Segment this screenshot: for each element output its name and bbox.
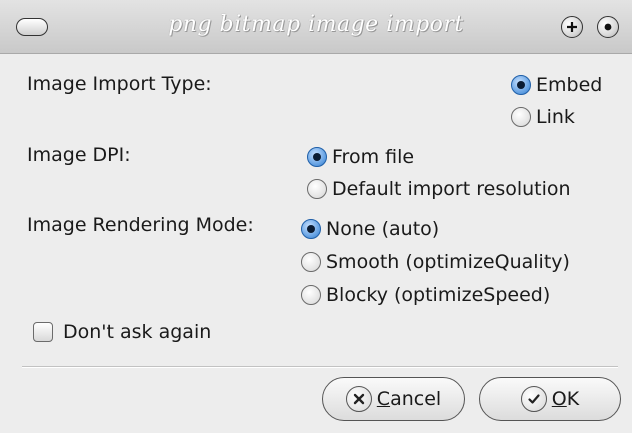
radio-unselected-icon: [511, 107, 531, 127]
maximize-icon[interactable]: [561, 16, 583, 38]
radio-selected-icon: [301, 219, 321, 239]
radio-render-smooth[interactable]: Smooth (optimizeQuality): [301, 251, 570, 273]
radio-unselected-icon: [301, 285, 321, 305]
ok-label: K: [566, 388, 580, 410]
radio-unselected-icon: [301, 252, 321, 272]
radio-link-label: Link: [536, 106, 575, 128]
radio-dpi-from-file[interactable]: From file: [307, 146, 414, 168]
radio-embed-label: Embed: [536, 74, 603, 96]
separator: [22, 366, 618, 368]
radio-render-none[interactable]: None (auto): [301, 218, 439, 240]
radio-render-smooth-label: Smooth (optimizeQuality): [326, 251, 570, 273]
radio-embed[interactable]: Embed: [511, 74, 602, 96]
radio-render-blocky-label: Blocky (optimizeSpeed): [326, 284, 551, 306]
radio-dpi-default[interactable]: Default import resolution: [307, 178, 571, 200]
radio-selected-icon: [511, 75, 531, 95]
dialog-window: png bitmap image import Image Import Typ…: [0, 0, 632, 433]
dont-ask-again-checkbox[interactable]: Don't ask again: [33, 321, 211, 343]
checkmark-icon: [520, 386, 547, 412]
ok-button[interactable]: OK: [479, 377, 621, 421]
radio-unselected-icon: [307, 179, 327, 199]
dont-ask-again-label: Don't ask again: [63, 321, 212, 343]
radio-render-none-label: None (auto): [326, 218, 440, 240]
cancel-label: ancel: [390, 388, 442, 410]
radio-link[interactable]: Link: [511, 106, 575, 128]
cancel-mnemonic: C: [376, 388, 391, 410]
radio-dpi-from-file-label: From file: [332, 146, 415, 168]
checkbox-box: [33, 322, 53, 342]
dpi-label: Image DPI:: [27, 144, 131, 166]
plus-icon: [567, 22, 577, 32]
radio-render-blocky[interactable]: Blocky (optimizeSpeed): [301, 284, 550, 306]
close-icon[interactable]: [597, 16, 619, 38]
window-title: png bitmap image import: [168, 12, 464, 37]
dot-icon: [604, 23, 612, 31]
title-bar[interactable]: png bitmap image import: [0, 0, 632, 54]
radio-dpi-default-label: Default import resolution: [332, 178, 571, 200]
x-circle-icon: [345, 386, 372, 412]
rendering-mode-label: Image Rendering Mode:: [27, 214, 254, 236]
ok-mnemonic: O: [551, 388, 567, 410]
cancel-button[interactable]: Cancel: [322, 377, 465, 421]
import-type-label: Image Import Type:: [27, 73, 212, 95]
radio-selected-icon: [307, 147, 327, 167]
